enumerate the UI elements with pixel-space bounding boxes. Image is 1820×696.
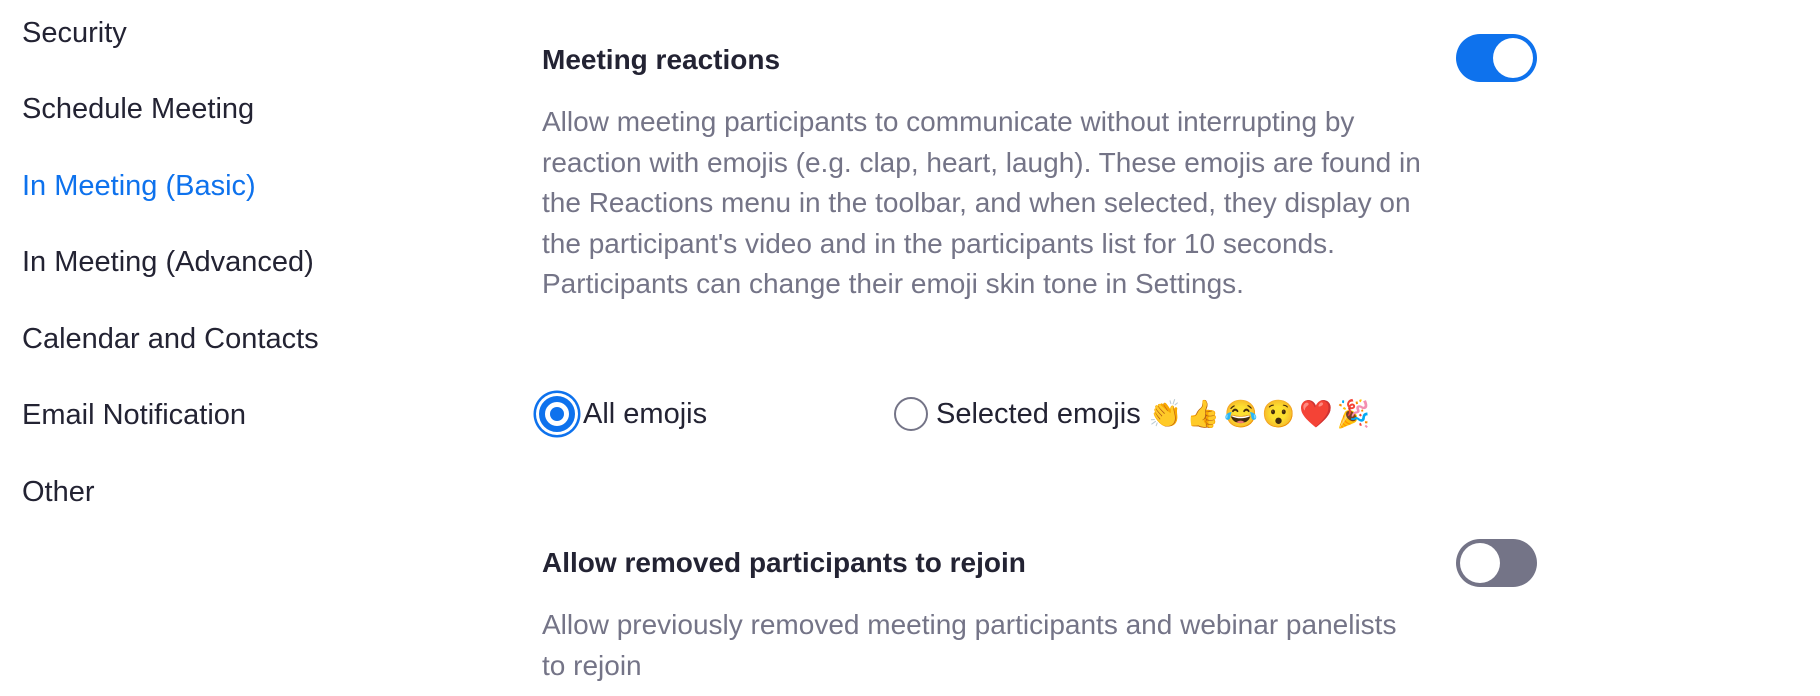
radio-label: Selected emojis: [936, 398, 1141, 430]
meeting-reactions-toggle[interactable]: [1456, 34, 1537, 82]
radio-checked-icon: [539, 396, 575, 432]
sidebar-item-in-meeting-basic[interactable]: In Meeting (Basic): [22, 168, 256, 204]
allow-rejoin-toggle[interactable]: [1456, 539, 1537, 587]
laugh-emoji-icon: 😂: [1223, 399, 1258, 429]
setting-title: Allow removed participants to rejoin: [542, 547, 1026, 578]
surprised-emoji-icon: 😯: [1261, 399, 1296, 429]
emoji-options: All emojis Selected emojis 👏 👍 😂 😯 ❤️ 🎉: [535, 388, 1455, 440]
toggle-knob: [1460, 543, 1500, 583]
thumbs-up-emoji-icon: 👍: [1186, 399, 1220, 429]
radio-unchecked-icon: [894, 397, 928, 431]
heart-emoji-icon: ❤️: [1299, 399, 1333, 429]
radio-selected-emojis[interactable]: Selected emojis 👏 👍 😂 😯 ❤️ 🎉: [894, 388, 1374, 440]
toggle-knob: [1493, 38, 1533, 78]
sidebar-item-security[interactable]: Security: [22, 15, 127, 51]
setting-title: Meeting reactions: [542, 44, 781, 75]
emoji-list: 👏 👍 😂 😯 ❤️ 🎉: [1149, 396, 1375, 432]
sidebar-item-other[interactable]: Other: [22, 474, 95, 510]
radio-label: All emojis: [583, 398, 708, 430]
settings-page: Security Schedule Meeting In Meeting (Ba…: [0, 0, 1820, 696]
setting-description: Allow previously removed meeting partici…: [542, 609, 1397, 681]
setting-description: Allow meeting participants to communicat…: [542, 106, 1421, 299]
radio-all-emojis[interactable]: All emojis: [535, 388, 707, 440]
sidebar-item-email-notification[interactable]: Email Notification: [22, 397, 246, 433]
party-emoji-icon: 🎉: [1336, 399, 1371, 429]
clap-emoji-icon: 👏: [1148, 399, 1183, 429]
sidebar-item-in-meeting-advanced[interactable]: In Meeting (Advanced): [22, 244, 314, 280]
sidebar-item-calendar-and-contacts[interactable]: Calendar and Contacts: [22, 321, 319, 357]
sidebar-item-schedule-meeting[interactable]: Schedule Meeting: [22, 91, 254, 127]
